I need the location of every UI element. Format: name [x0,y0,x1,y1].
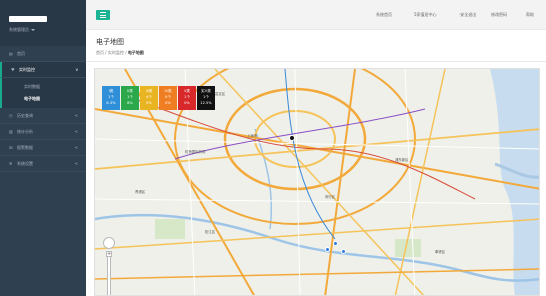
sidebar-item-history[interactable]: ◷ 历史查询 < [0,108,86,124]
chevron-left-icon: < [74,129,78,134]
legend-class-inferior-5: 劣V类 1个 12.5% [197,86,215,110]
username-redacted [9,16,47,22]
sidebar-item-label: 统计分析 [17,129,33,134]
sidebar-item-monitor[interactable]: ♥ 实时监控 v [0,62,86,78]
legend-class-4: IV类 0个 0% [159,86,177,110]
legend-percent: 8.3% [106,101,116,105]
sidebar-item-label: 实时监控 [19,67,35,72]
sidebar-item-home[interactable]: ▤ 首页 [0,46,86,62]
sidebar-item-settings[interactable]: ✲ 系统设置 < [0,156,86,172]
water-quality-legend: I类 1个 8.3% II类 1个 8% III类 4个 0% IV类 0个 0% V类 1个 0%… [102,86,216,110]
map-pan-icon[interactable] [103,237,115,249]
alarm-icon: ☒ [9,145,13,150]
caret-down-icon [31,29,35,31]
legend-percent: 8% [127,101,133,105]
zoom-slider[interactable] [107,251,111,295]
map-label-district: 青浦区 [135,190,146,194]
sidebar-subitem-map[interactable]: 电子地图 [24,96,40,102]
legend-percent: 12.5% [200,101,212,105]
home-icon: ▤ [9,51,13,56]
zoom-in-button[interactable]: + [106,251,112,257]
sidebar-nav: ▤ 首页 ♥ 实时监控 v 实时数据 电子地图 ◷ 历史查询 < ▥ 统计分析 … [0,46,86,172]
gear-icon: ✲ [9,161,13,166]
profile-panel: 系统管理员 [0,0,86,46]
topbar-center-link[interactable]: 5家值班中心 [414,12,437,18]
top-navbar: 系统首页 5家值班中心 ·安全退出 修改密码 帮助 [86,0,546,30]
logout-link[interactable]: ·安全退出 [459,12,476,18]
topbar-home-link[interactable]: 系统首页 [376,12,392,18]
breadcrumb-parent[interactable]: 实时监控 [108,50,124,55]
legend-class-3: III类 4个 0% [140,86,158,110]
legend-percent: 0% [146,101,152,105]
map-label-district: 奉贤区 [435,250,446,254]
electronic-map[interactable]: I类 1个 8.3% II类 1个 8% III类 4个 0% IV类 0个 0% V类 1个 0%… [94,68,540,296]
hamburger-line [100,17,106,18]
sidebar-item-stats[interactable]: ▥ 统计分析 < [0,124,86,140]
map-zoom-control[interactable]: + [103,237,115,295]
legend-percent: 0% [165,101,171,105]
page-header: 电子地图 首页 / 实时监控 / 电子地图 [86,30,546,62]
monitoring-station-marker[interactable] [333,241,338,246]
monitoring-station-marker[interactable] [289,135,295,141]
sidebar-item-label: 系统设置 [17,161,33,166]
breadcrumb-home[interactable]: 首页 [96,50,104,55]
sidebar: 系统管理员 ▤ 首页 ♥ 实时监控 v 实时数据 电子地图 ◷ 历史查询 < ▥… [0,0,86,296]
help-link[interactable]: 帮助 [526,12,534,18]
profile-role-label: 系统管理员 [9,27,29,32]
profile-role-dropdown[interactable]: 系统管理员 [9,27,35,33]
hamburger-icon [100,12,106,13]
sidebar-submenu: 实时数据 电子地图 [0,78,86,108]
chevron-left-icon: < [74,145,78,150]
breadcrumb: 首页 / 实时监控 / 电子地图 [96,50,144,56]
monitoring-station-marker[interactable] [325,247,330,252]
monitoring-station-marker[interactable] [341,249,346,254]
legend-percent: 0% [184,101,190,105]
chevron-left-icon: < [74,113,78,118]
sidebar-item-alarm[interactable]: ☒ 报警数据 < [0,140,86,156]
legend-class-1: I类 1个 8.3% [102,86,120,110]
change-password-link[interactable]: 修改密码 [491,12,507,18]
menu-toggle-button[interactable] [96,10,110,20]
map-label-airport: 虹桥国际机场 [185,150,206,154]
chart-icon: ▥ [9,129,13,134]
map-label-district: 嘉定区 [215,92,226,96]
sidebar-item-label: 历史查询 [17,113,33,118]
map-label-city: 上海市 [247,134,258,138]
legend-class-2: II类 1个 8% [121,86,139,110]
sidebar-subitem-realtime[interactable]: 实时数据 [24,84,40,90]
map-label-district: 浦东新区 [395,158,409,162]
sidebar-item-label: 报警数据 [17,145,33,150]
hamburger-line [100,14,106,16]
chevron-down-icon: v [75,67,78,72]
legend-class-5: V类 1个 0% [178,86,196,110]
map-label-district: 松江区 [205,230,216,234]
page-title: 电子地图 [96,38,124,46]
breadcrumb-current: 电子地图 [127,50,144,55]
sidebar-item-label: 首页 [17,51,25,56]
map-label-district: 闵行区 [325,195,336,199]
monitor-icon: ♥ [11,67,15,72]
history-icon: ◷ [9,113,13,118]
chevron-left-icon: < [74,161,78,166]
